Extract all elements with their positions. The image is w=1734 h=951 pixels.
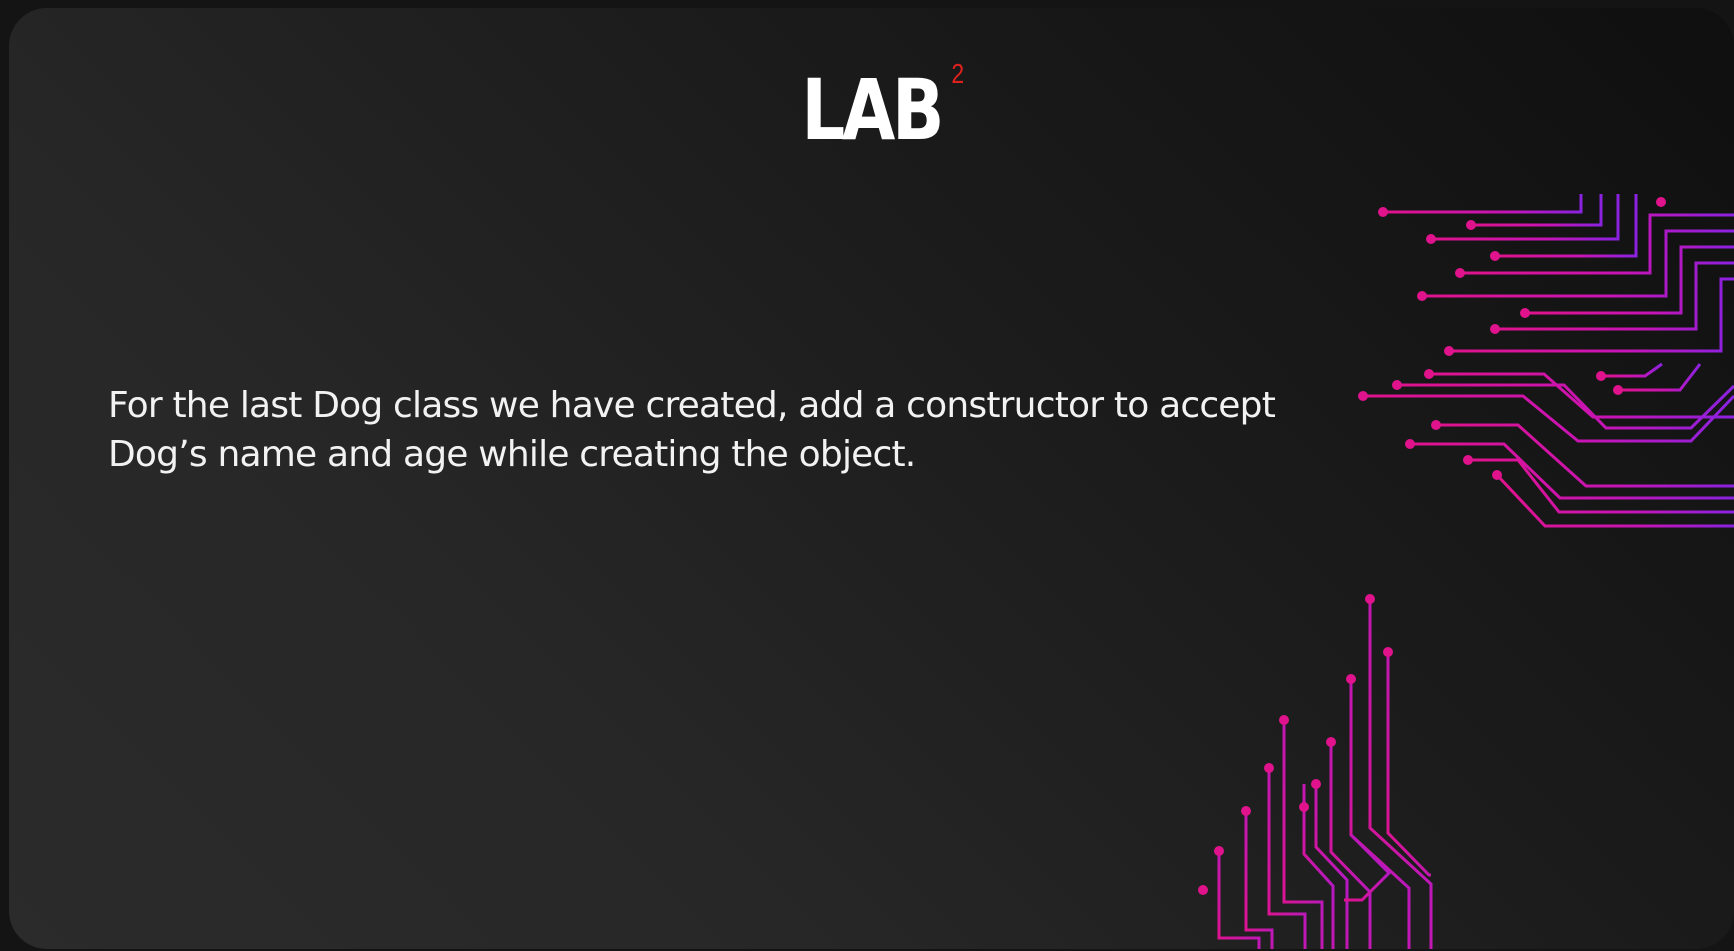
circuit-lines-bottom [1201,599,1441,949]
title-superscript: 2 [951,58,965,89]
circuit-lines-right [1363,194,1734,528]
slide-title: LAB 2 [802,60,965,153]
slide-body-text: For the last Dog class we have created, … [108,385,1276,475]
title-area: LAB 2 [9,60,1734,153]
slide: LAB 2 For the last Dog class we have crea… [9,8,1734,949]
slide-title-text: LAB [801,61,945,159]
